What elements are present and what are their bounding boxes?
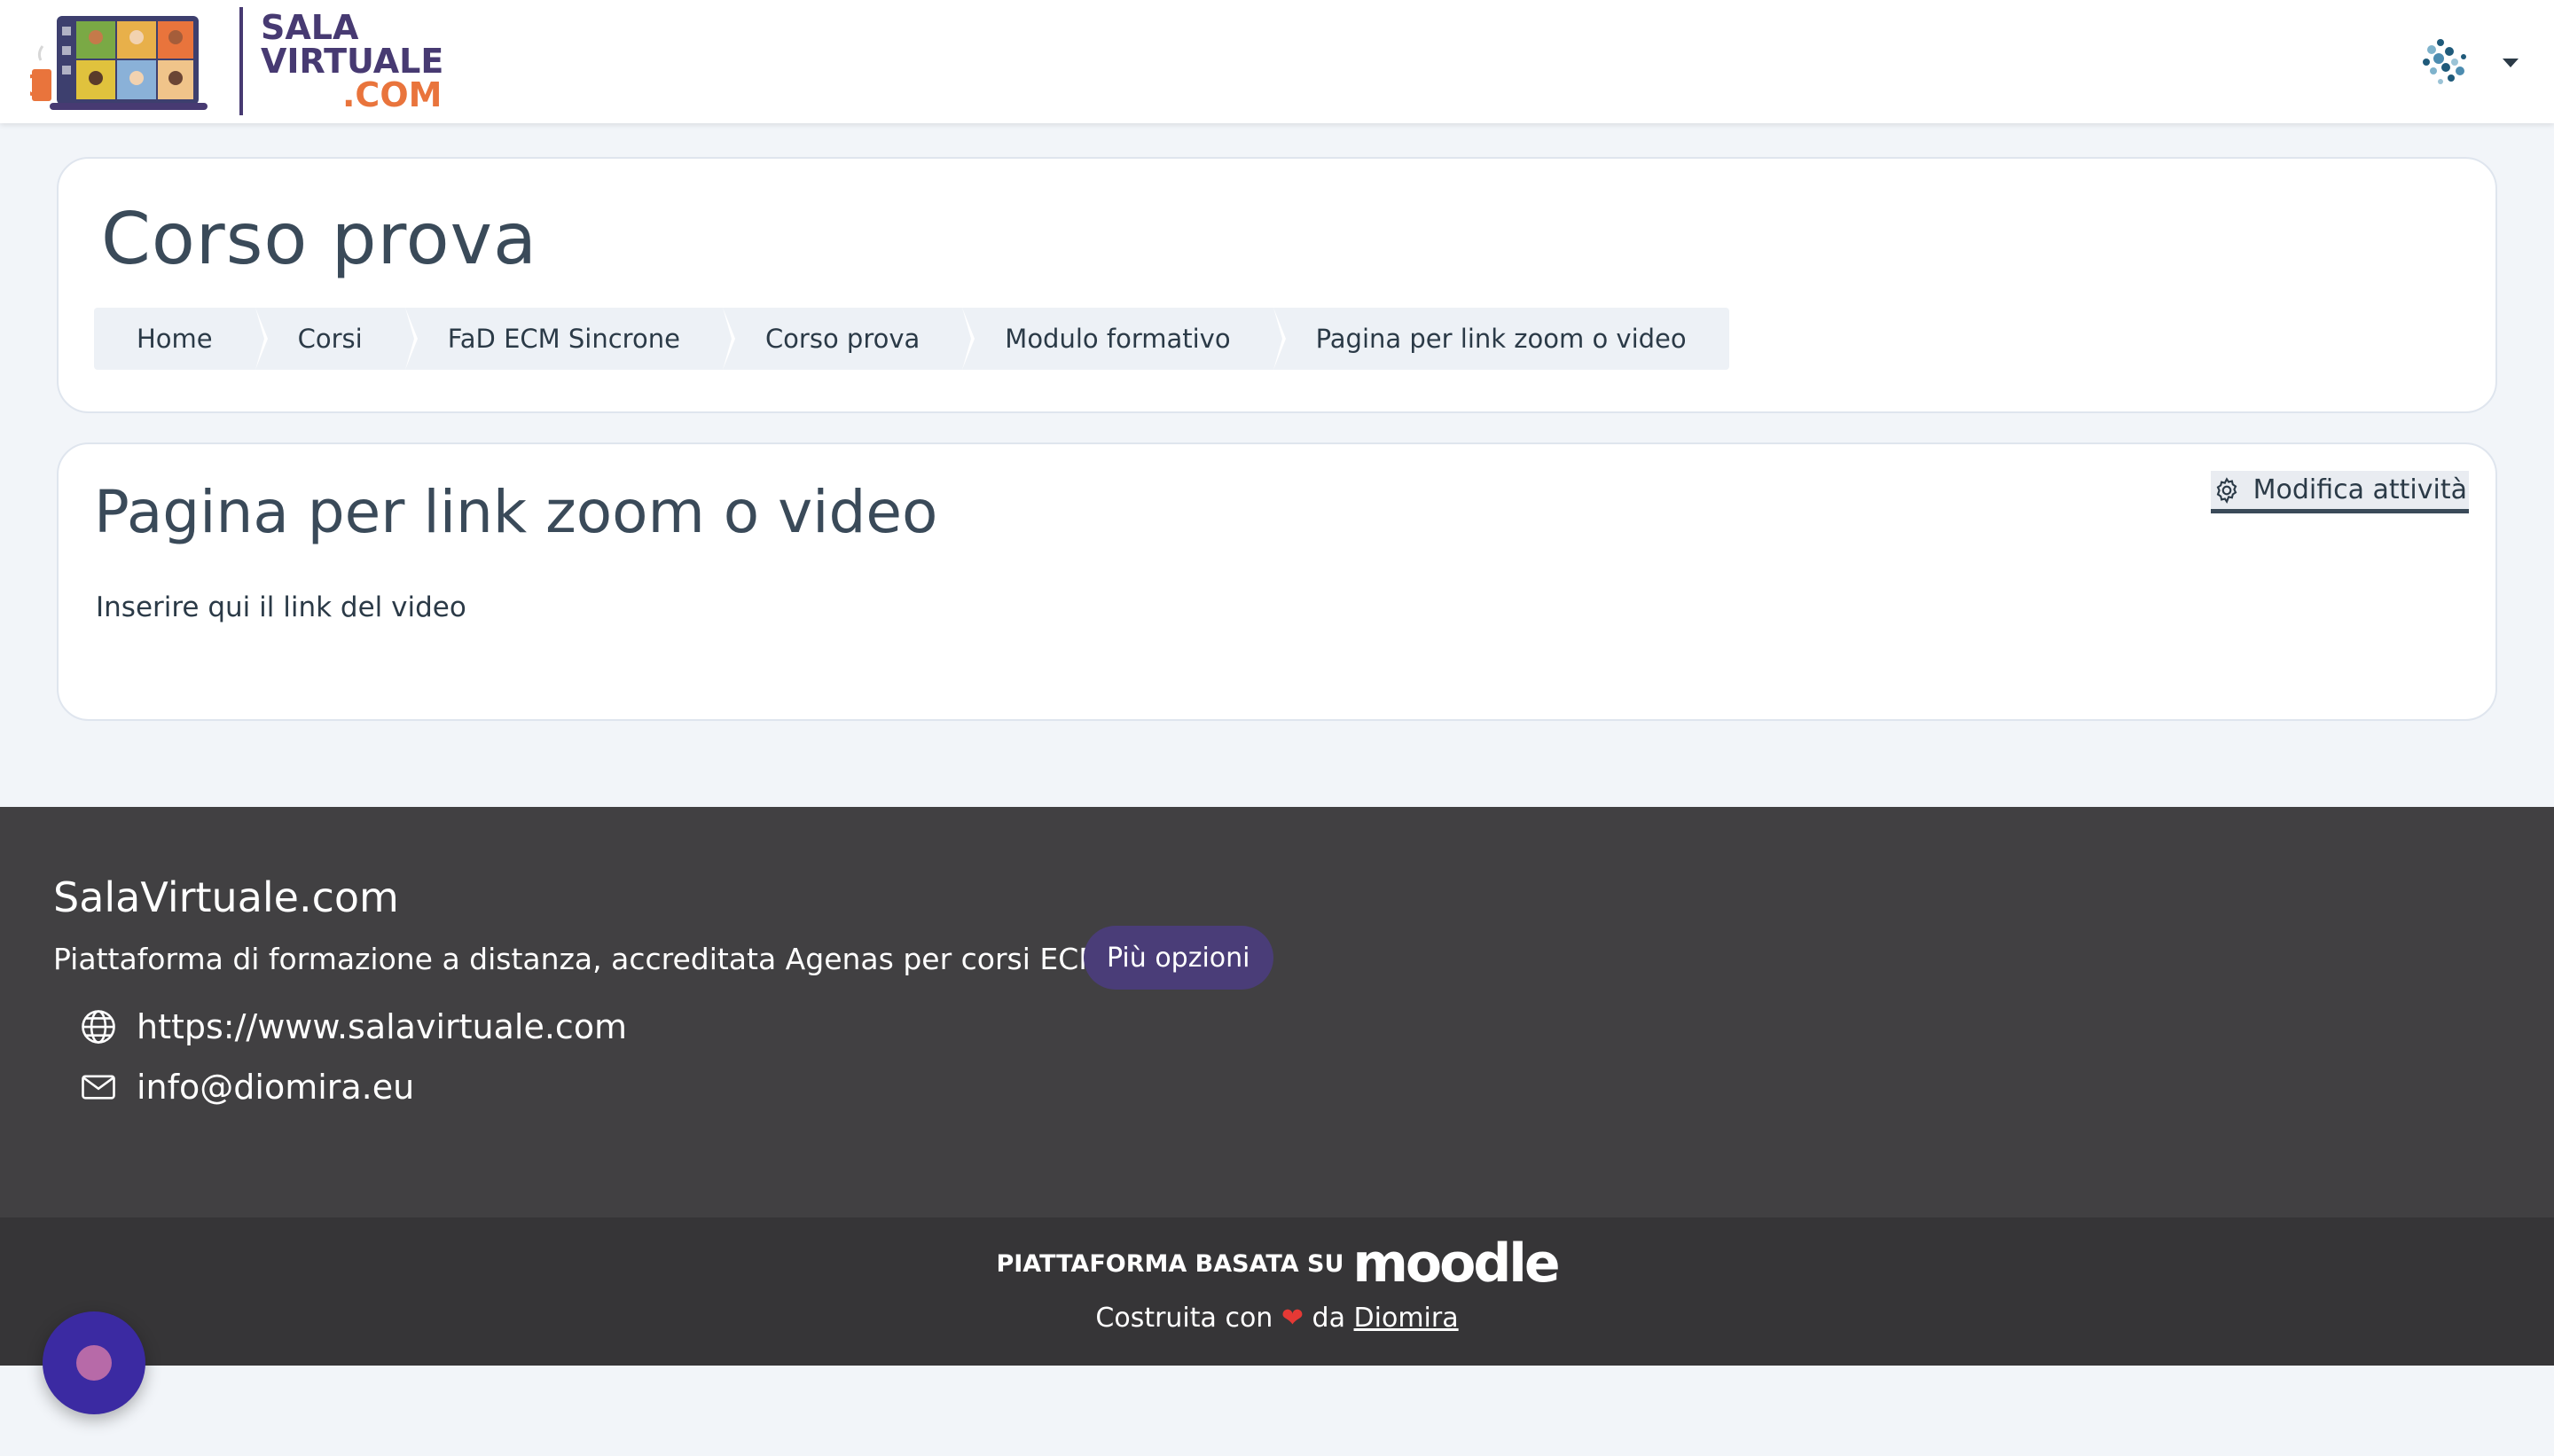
- envelope-icon: [82, 1075, 115, 1100]
- breadcrumb-item-category[interactable]: FaD ECM Sincrone: [405, 308, 736, 370]
- chevron-down-icon: [2503, 59, 2519, 67]
- activity-title: Pagina per link zoom o video: [94, 478, 938, 546]
- edit-activity-label: Modifica attività: [2252, 474, 2467, 505]
- logo-word-com: .COM: [342, 75, 443, 114]
- top-navbar: SALA VIRTUALE .COM: [0, 0, 2554, 123]
- footer-description: Piattaforma di formazione a distanza, ac…: [53, 942, 1104, 976]
- footer-site-name: SalaVirtuale.com: [53, 873, 399, 921]
- breadcrumb-item-course[interactable]: Corso prova: [723, 308, 975, 370]
- footer-website-link[interactable]: https://www.salavirtuale.com: [80, 1007, 627, 1046]
- powered-by-moodle[interactable]: PIATTAFORMA BASATA SU moodle: [0, 1237, 2554, 1290]
- logo-video-call-illustration: [30, 16, 208, 110]
- globe-icon: [82, 1010, 115, 1044]
- heart-icon: ❤: [1281, 1303, 1304, 1334]
- diomira-link[interactable]: Diomira: [1354, 1303, 1459, 1334]
- site-footer: SalaVirtuale.com Piattaforma di formazio…: [0, 807, 2554, 1217]
- breadcrumb-item-corsi[interactable]: Corsi: [255, 308, 418, 370]
- user-avatar: [2423, 39, 2466, 84]
- edit-activity-button[interactable]: Modifica attività: [2210, 471, 2469, 513]
- logo-wordmark: SALA VIRTUALE .COM: [261, 11, 443, 112]
- footer-bottom-bar: PIATTAFORMA BASATA SU moodle Costruita c…: [0, 1217, 2554, 1366]
- gear-icon: [2216, 476, 2237, 504]
- more-options-button[interactable]: Più opzioni: [1084, 926, 1273, 990]
- powered-by-label: PIATTAFORMA BASATA SU: [996, 1249, 1344, 1278]
- breadcrumb-item-section[interactable]: Modulo formativo: [962, 308, 1286, 370]
- site-logo[interactable]: SALA VIRTUALE .COM: [30, 7, 447, 115]
- breadcrumb-item-current-page[interactable]: Pagina per link zoom o video: [1273, 308, 1729, 370]
- built-by-credit: Costruita con ❤ da Diomira: [0, 1303, 2554, 1334]
- chat-icon: [76, 1345, 112, 1381]
- chat-launcher-button[interactable]: [43, 1311, 145, 1414]
- logo-divider: [239, 7, 243, 115]
- footer-email-text: info@diomira.eu: [137, 1068, 415, 1107]
- footer-website-text: https://www.salavirtuale.com: [137, 1007, 628, 1046]
- built-middle: da: [1312, 1303, 1345, 1334]
- activity-content-card: Pagina per link zoom o video Inserire qu…: [57, 442, 2497, 721]
- user-menu-toggle[interactable]: [2414, 32, 2519, 94]
- page-header-card: Corso prova Home Corsi FaD ECM Sincrone …: [57, 157, 2497, 413]
- activity-body-text: Inserire qui il link del video: [96, 591, 466, 623]
- moodle-logo: moodle: [1352, 1233, 1560, 1295]
- footer-email-link[interactable]: info@diomira.eu: [80, 1068, 414, 1107]
- page-title: Corso prova: [101, 198, 537, 280]
- breadcrumb-item-home[interactable]: Home: [94, 308, 268, 370]
- breadcrumb: Home Corsi FaD ECM Sincrone Corso prova …: [94, 308, 1729, 370]
- built-prefix: Costruita con: [1095, 1303, 1273, 1334]
